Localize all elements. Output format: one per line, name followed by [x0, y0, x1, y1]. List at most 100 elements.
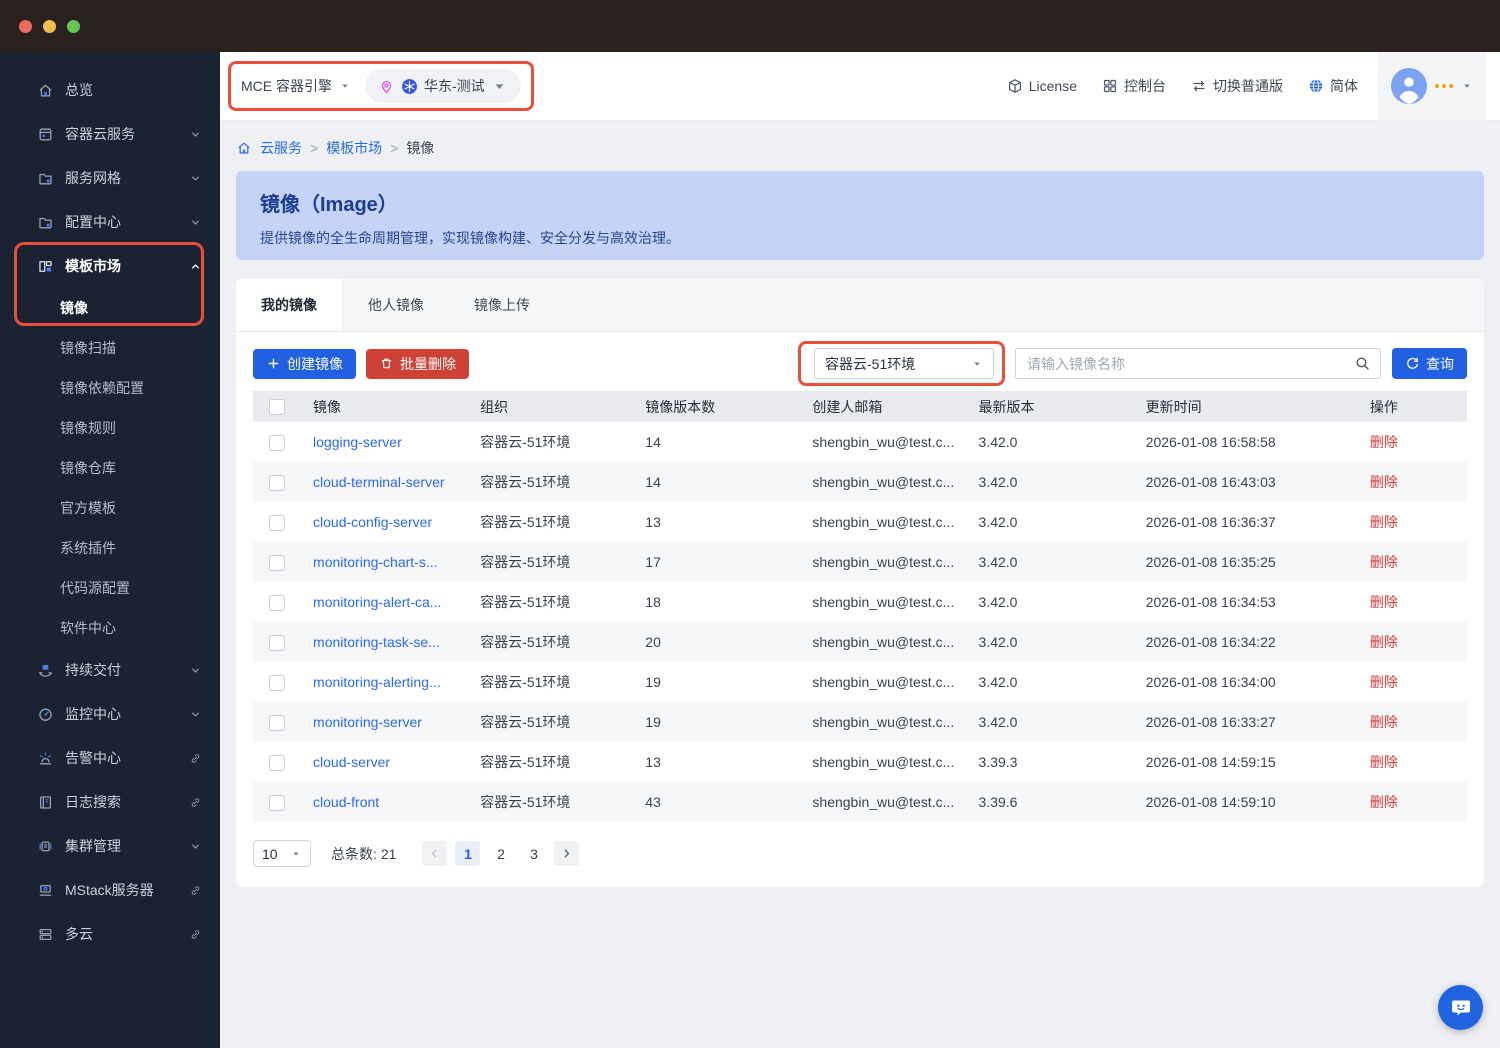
topbar-action-switch-edition[interactable]: 切换普通版 — [1191, 76, 1283, 96]
sidebar-item[interactable]: 总览 — [0, 68, 220, 112]
batch-delete-button[interactable]: 批量删除 — [366, 348, 469, 379]
page-size-select[interactable]: 10 — [253, 840, 311, 867]
config-icon — [37, 214, 54, 231]
annotation-box-header-selectors: MCE 容器引擎 华东-测试 — [228, 61, 534, 111]
sidebar-subitem[interactable]: 镜像扫描 — [0, 328, 220, 368]
sidebar-item[interactable]: 服务网格 — [0, 156, 220, 200]
row-checkbox[interactable] — [269, 514, 286, 531]
search-icon[interactable] — [1354, 355, 1371, 372]
sidebar-item-label: 总览 — [65, 82, 93, 98]
page-number-button[interactable]: 1 — [455, 841, 481, 866]
sidebar-item-label: 软件中心 — [60, 620, 116, 636]
pagination: 10 总条数: 21 123 — [253, 840, 1467, 867]
next-page-button[interactable] — [554, 841, 580, 866]
sidebar-item-label: 镜像规则 — [60, 420, 116, 436]
column-header-name: 镜像 — [301, 391, 469, 422]
tab-item[interactable]: 镜像上传 — [449, 279, 555, 331]
page-number-button[interactable]: 2 — [488, 841, 513, 866]
chevron-down-icon — [491, 78, 508, 95]
page-number-button[interactable]: 3 — [521, 841, 546, 866]
delete-link[interactable]: 删除 — [1370, 754, 1398, 770]
sidebar-item[interactable]: 容器云服务 — [0, 112, 220, 156]
row-checkbox[interactable] — [269, 634, 286, 651]
window-maximize-button[interactable] — [67, 19, 80, 33]
sidebar-item-label: 代码源配置 — [60, 580, 130, 596]
sidebar-item[interactable]: 多云 — [0, 912, 220, 956]
row-checkbox[interactable] — [269, 474, 286, 491]
topbar-action-language[interactable]: 简体 — [1308, 76, 1358, 96]
sidebar-subitem[interactable]: 官方模板 — [0, 488, 220, 528]
env-filter-select[interactable]: 容器云-51环境 — [814, 348, 994, 379]
image-name-link[interactable]: monitoring-task-se... — [313, 634, 440, 650]
sidebar-item-label: 告警中心 — [65, 750, 121, 766]
breadcrumb-link[interactable]: 模板市场 — [326, 138, 382, 158]
sidebar-subitem[interactable]: 系统插件 — [0, 528, 220, 568]
sidebar-subitem[interactable]: 镜像规则 — [0, 408, 220, 448]
row-checkbox[interactable] — [269, 714, 286, 731]
image-name-link[interactable]: monitoring-alert-ca... — [313, 594, 441, 610]
image-name-link[interactable]: cloud-front — [313, 794, 379, 810]
environment-selector[interactable]: 华东-测试 — [365, 69, 521, 103]
product-selector[interactable]: MCE 容器引擎 — [241, 76, 351, 96]
help-chat-button[interactable] — [1438, 985, 1483, 1030]
image-name-link[interactable]: cloud-server — [313, 754, 390, 770]
image-name-link[interactable]: monitoring-alerting... — [313, 674, 441, 690]
sidebar-item[interactable]: 集群管理 — [0, 824, 220, 868]
image-name-link[interactable]: cloud-config-server — [313, 514, 432, 530]
delete-link[interactable]: 删除 — [1370, 594, 1398, 610]
row-checkbox[interactable] — [269, 754, 286, 771]
updated-cell: 2026-01-08 16:34:22 — [1145, 634, 1276, 650]
row-checkbox[interactable] — [269, 554, 286, 571]
topbar-action-license[interactable]: License — [1007, 78, 1077, 94]
window-close-button[interactable] — [19, 19, 32, 33]
window-titlebar — [0, 0, 1500, 52]
prev-page-button[interactable] — [422, 841, 448, 866]
query-button[interactable]: 查询 — [1392, 348, 1467, 379]
sidebar-subitem[interactable]: 镜像 — [0, 288, 220, 328]
tab-item[interactable]: 我的镜像 — [236, 279, 343, 331]
window-minimize-button[interactable] — [43, 19, 56, 33]
sidebar-item-label: 官方模板 — [60, 500, 116, 516]
row-checkbox[interactable] — [269, 594, 286, 611]
delete-link[interactable]: 删除 — [1370, 634, 1398, 650]
sidebar-item[interactable]: 日志搜索 — [0, 780, 220, 824]
image-name-link[interactable]: monitoring-chart-s... — [313, 554, 437, 570]
email-cell: shengbin_wu@test.c... — [812, 474, 955, 490]
delete-link[interactable]: 删除 — [1370, 434, 1398, 450]
sidebar-subitem[interactable]: 镜像仓库 — [0, 448, 220, 488]
chevron-left-icon — [428, 847, 441, 860]
delete-link[interactable]: 删除 — [1370, 714, 1398, 730]
select-all-checkbox[interactable] — [269, 399, 286, 416]
image-table: 镜像 组织 镜像版本数 创建人邮箱 最新版本 更新时间 操作 logging-server 容… — [253, 391, 1467, 822]
versions-cell: 14 — [645, 434, 661, 450]
row-checkbox[interactable] — [269, 434, 286, 451]
image-name-link[interactable]: cloud-terminal-server — [313, 474, 444, 490]
delete-link[interactable]: 删除 — [1370, 674, 1398, 690]
chevron-right-icon — [560, 847, 573, 860]
sidebar-subitem[interactable]: 软件中心 — [0, 608, 220, 648]
tab-item[interactable]: 他人镜像 — [343, 279, 449, 331]
row-checkbox[interactable] — [269, 674, 286, 691]
delete-link[interactable]: 删除 — [1370, 554, 1398, 570]
topbar-action-console[interactable]: 控制台 — [1102, 76, 1166, 96]
sidebar-item[interactable]: MStack服务器 — [0, 868, 220, 912]
sidebar-subitem[interactable]: 镜像依赖配置 — [0, 368, 220, 408]
search-input[interactable] — [1015, 348, 1381, 379]
sidebar-subitem[interactable]: 代码源配置 — [0, 568, 220, 608]
delete-link[interactable]: 删除 — [1370, 474, 1398, 490]
delete-link[interactable]: 删除 — [1370, 794, 1398, 810]
sidebar-item[interactable]: 监控中心 — [0, 692, 220, 736]
breadcrumb-current: 镜像 — [406, 140, 435, 156]
row-checkbox[interactable] — [269, 794, 286, 811]
sidebar-item[interactable]: 告警中心 — [0, 736, 220, 780]
delete-link[interactable]: 删除 — [1370, 514, 1398, 530]
image-name-link[interactable]: logging-server — [313, 434, 402, 450]
image-name-link[interactable]: monitoring-server — [313, 714, 422, 730]
column-header-select — [253, 391, 302, 422]
sidebar-item[interactable]: 持续交付 — [0, 648, 220, 692]
sidebar-item[interactable]: 配置中心 — [0, 200, 220, 244]
create-image-button[interactable]: 创建镜像 — [253, 348, 356, 379]
sidebar-item[interactable]: 模板市场 — [0, 244, 220, 288]
breadcrumb-link[interactable]: 云服务 — [260, 138, 302, 158]
user-menu[interactable] — [1378, 51, 1486, 121]
